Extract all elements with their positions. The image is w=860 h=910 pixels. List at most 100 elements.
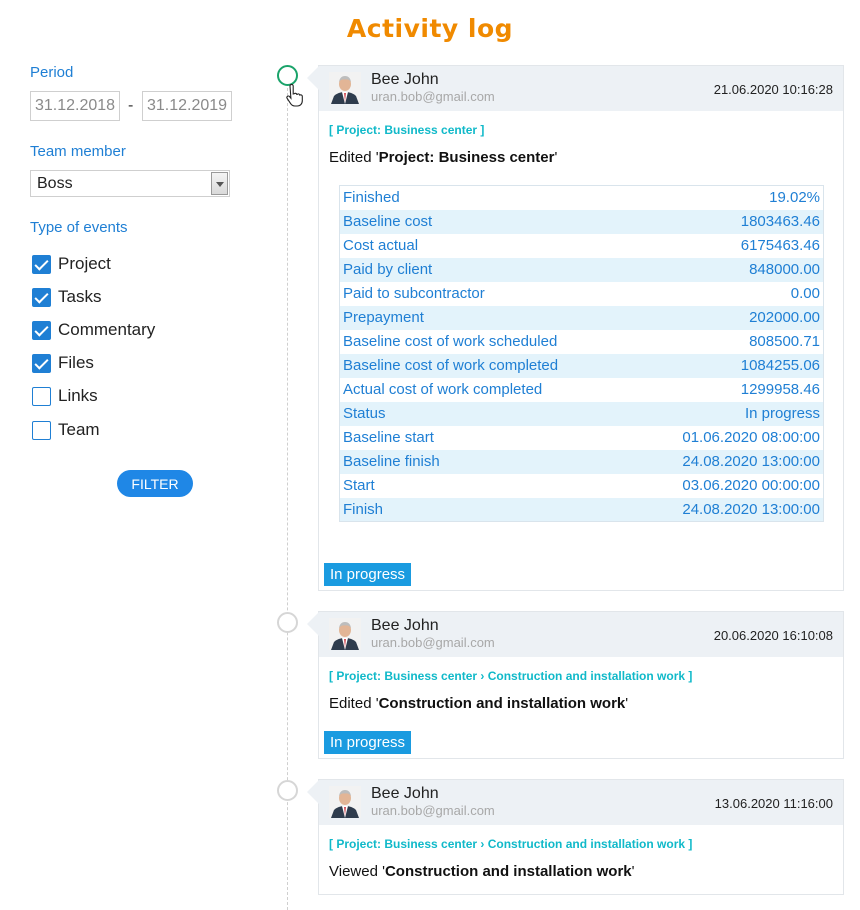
detail-value: 24.08.2020 13:00:00 [632,449,824,474]
detail-label: Finished [343,189,400,207]
chevron-down-icon[interactable] [211,172,228,195]
detail-value: 808500.71 [749,333,820,350]
period-label: Period [30,64,74,81]
user-name[interactable]: Bee John [371,785,439,803]
timeline-dot[interactable] [277,780,298,801]
event-type-label: Links [58,386,98,405]
activity-entry: Bee John uran.bob@gmail.com 20.06.2020 1… [307,611,844,759]
event-type-label: Tasks [58,287,102,306]
action-text: Edited 'Project: Business center' [329,149,558,166]
table-row: Status In progress [339,401,824,426]
table-row: Prepayment 202000.00 [339,305,824,330]
detail-label: Start [343,477,375,494]
detail-value: 848000.00 [632,257,824,282]
detail-value: 19.02% [769,189,820,207]
avatar [329,618,361,650]
detail-value: 03.06.2020 00:00:00 [682,477,820,494]
date-separator: - [128,97,134,114]
event-type-label: Commentary [58,320,156,339]
detail-label: Baseline cost of work scheduled [343,333,558,350]
event-type-tasks[interactable]: Tasks [32,286,101,308]
detail-label: Cost actual [343,237,419,254]
table-row: Start 03.06.2020 00:00:00 [340,474,824,498]
event-type-team[interactable]: Team [32,419,100,441]
detail-value: 1803463.46 [632,209,824,234]
event-type-label: Files [58,353,94,372]
table-row: Paid to subcontractor 0.00 [340,282,824,306]
table-row: Baseline start 01.06.2020 08:00:00 [340,426,824,450]
detail-label: Paid by client [339,257,633,282]
team-member-value: Boss [37,175,73,192]
project-link[interactable]: [ Project: Business center › Constructio… [329,837,692,851]
action-target: Construction and installation work [378,695,626,712]
timeline-dot[interactable] [277,612,298,633]
timeline-dot-active[interactable] [277,65,298,86]
event-type-commentary[interactable]: Commentary [32,319,155,341]
checkbox-unchecked-icon[interactable] [32,420,51,440]
detail-label: Prepayment [339,305,633,330]
table-row: Baseline cost of work scheduled 808500.71 [340,330,824,354]
status-badge: In progress [324,563,412,586]
status-badge: In progress [324,731,412,754]
project-link[interactable]: [ Project: Business center › Constructio… [329,669,692,683]
detail-label: Status [339,401,633,426]
event-type-project[interactable]: Project [32,253,111,275]
event-type-files[interactable]: Files [32,352,94,374]
detail-label: Actual cost of work completed [343,381,543,398]
activity-entry: Bee John uran.bob@gmail.com 13.06.2020 1… [307,779,844,895]
detail-label: Baseline start [343,429,434,446]
detail-label: Baseline cost [339,209,633,234]
date-from-input[interactable] [30,91,120,121]
team-member-label: Team member [30,143,126,160]
checkbox-checked-icon[interactable] [32,353,51,373]
timestamp: 20.06.2020 16:10:08 [713,628,833,643]
timestamp: 13.06.2020 11:16:00 [714,796,833,811]
user-email: uran.bob@gmail.com [371,803,495,818]
detail-label: Baseline cost of work completed [339,353,633,378]
table-row: Finished 19.02% [340,186,824,210]
detail-value: 1299958.46 [740,381,820,398]
checkbox-checked-icon[interactable] [32,254,51,274]
entry-header: Bee John uran.bob@gmail.com 21.06.2020 1… [307,66,843,111]
user-email: uran.bob@gmail.com [371,89,495,104]
detail-label: Finish [339,497,633,522]
detail-value: 24.08.2020 13:00:00 [632,497,824,522]
detail-label: Baseline finish [339,449,633,474]
detail-value: 0.00 [790,285,820,302]
table-row: Cost actual 6175463.46 [340,234,824,258]
event-type-label: Project [58,254,111,273]
activity-entry: Bee John uran.bob@gmail.com 21.06.2020 1… [307,65,844,591]
detail-value: 6175463.46 [740,237,820,254]
project-link[interactable]: [ Project: Business center ] [329,123,484,137]
detail-value: 1084255.06 [632,353,824,378]
hand-pointer-icon [286,84,303,107]
date-to-input[interactable] [142,91,232,121]
action-text: Edited 'Construction and installation wo… [329,695,629,712]
details-table: Finished 19.02% Baseline cost 1803463.46 C… [339,185,824,522]
detail-value: 01.06.2020 08:00:00 [682,429,820,446]
filter-button[interactable]: FILTER [117,470,193,497]
table-row: Baseline finish 24.08.2020 13:00:00 [339,449,824,474]
user-name[interactable]: Bee John [371,71,439,89]
action-target: Project: Business center [378,149,555,166]
action-target: Construction and installation work [384,863,632,880]
table-row: Paid by client 848000.00 [339,257,824,282]
table-row: Baseline cost of work completed 1084255.0… [339,353,824,378]
event-type-links[interactable]: Links [32,385,98,407]
table-row: Finish 24.08.2020 13:00:00 [339,497,824,522]
avatar [329,786,361,818]
entry-header: Bee John uran.bob@gmail.com 20.06.2020 1… [307,612,843,657]
user-email: uran.bob@gmail.com [371,635,495,650]
checkbox-unchecked-icon[interactable] [32,386,51,406]
user-name[interactable]: Bee John [371,617,439,635]
page-title: Activity log [346,14,514,43]
avatar [329,72,361,104]
checkbox-checked-icon[interactable] [32,320,51,340]
entry-header: Bee John uran.bob@gmail.com 13.06.2020 1… [307,780,843,825]
team-member-select[interactable]: Boss [30,170,230,197]
checkbox-checked-icon[interactable] [32,287,51,307]
detail-label: Paid to subcontractor [343,285,485,302]
table-row: Actual cost of work completed 1299958.46 [340,378,824,402]
table-row: Baseline cost 1803463.46 [339,209,824,234]
detail-value: In progress [632,401,824,426]
